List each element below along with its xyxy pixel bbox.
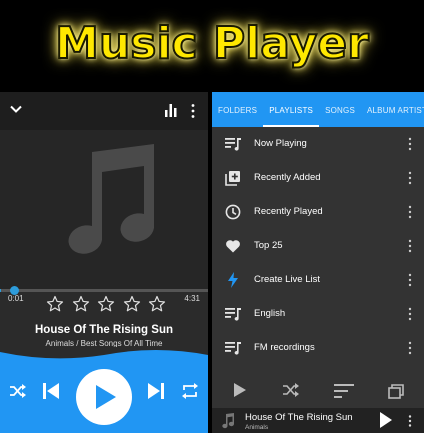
add-box-icon <box>225 170 241 186</box>
play-icon[interactable] <box>380 412 392 428</box>
more-options-icon[interactable] <box>408 239 412 253</box>
tab-album-artists[interactable]: ALBUM ARTISTS <box>361 92 424 127</box>
more-options-icon[interactable] <box>408 273 412 287</box>
playback-controls <box>0 347 208 433</box>
star-icon[interactable] <box>148 295 166 313</box>
list-item-label: Recently Added <box>254 172 321 183</box>
list-item[interactable]: English <box>212 297 424 331</box>
star-icon[interactable] <box>123 295 141 313</box>
list-item-label: Top 25 <box>254 240 283 251</box>
list-item[interactable]: Recently Added <box>212 161 424 195</box>
rating-stars[interactable] <box>46 295 166 317</box>
banner-title: Music Player <box>54 17 370 70</box>
more-options-icon[interactable] <box>408 205 412 219</box>
more-options-icon[interactable] <box>408 341 412 355</box>
star-icon[interactable] <box>72 295 90 313</box>
library-screen: FOLDERSPLAYLISTSSONGSALBUM ARTISTS Now P… <box>212 92 424 433</box>
shuffle-icon[interactable] <box>283 383 299 397</box>
library-tabs: FOLDERSPLAYLISTSSONGSALBUM ARTISTS <box>212 92 424 127</box>
tab-playlists[interactable]: PLAYLISTS <box>263 92 320 127</box>
equalizer-icon[interactable] <box>165 104 177 117</box>
more-options-icon[interactable] <box>408 137 412 151</box>
queue-music-icon <box>225 136 241 152</box>
list-item[interactable]: Top 25 <box>212 229 424 263</box>
list-item[interactable]: FM recordings <box>212 331 424 365</box>
seek-bar[interactable] <box>0 289 208 292</box>
queue-music-icon <box>225 306 241 322</box>
banner: Music Player <box>0 0 424 92</box>
more-options-icon[interactable] <box>408 415 412 427</box>
tab-folders[interactable]: FOLDERS <box>212 92 263 127</box>
more-options-icon[interactable] <box>190 103 196 119</box>
more-options-icon[interactable] <box>408 171 412 185</box>
playlist-list: Now Playing Recently Added Recently Played… <box>212 127 424 399</box>
tab-songs[interactable]: SONGS <box>319 92 361 127</box>
mini-player-artist: Animals <box>245 424 269 431</box>
star-icon[interactable] <box>46 295 64 313</box>
repeat-icon[interactable] <box>181 382 199 400</box>
previous-icon[interactable] <box>42 382 60 400</box>
heart-icon <box>225 238 241 254</box>
next-icon[interactable] <box>147 382 165 400</box>
song-title: House Of The Rising Sun <box>34 324 173 336</box>
play-button[interactable] <box>76 369 132 425</box>
seek-bar-fill <box>0 289 1 292</box>
play-icon <box>96 385 116 409</box>
list-item-label: Create Live List <box>254 274 321 285</box>
list-item-label: Now Playing <box>254 138 307 149</box>
list-item[interactable]: Create Live List <box>212 263 424 297</box>
clock-icon <box>225 204 241 220</box>
album-art <box>0 130 208 290</box>
list-item-label: Recently Played <box>254 206 323 217</box>
multi-select-icon[interactable] <box>388 383 406 399</box>
lightning-icon <box>225 272 241 288</box>
elapsed-time: 0:01 <box>8 294 24 303</box>
mini-player-title: House Of The Rising Sun <box>245 412 353 423</box>
queue-music-icon <box>225 340 241 356</box>
total-duration: 4:31 <box>184 294 200 303</box>
list-item[interactable]: Recently Played <box>212 195 424 229</box>
now-playing-toolbar <box>0 92 208 130</box>
shuffle-icon[interactable] <box>10 384 26 398</box>
mini-player[interactable]: House Of The Rising Sun Animals <box>212 408 424 433</box>
list-item-label: English <box>254 308 286 319</box>
chevron-down-icon[interactable] <box>10 103 22 115</box>
list-item[interactable]: Now Playing <box>212 127 424 161</box>
sort-icon[interactable] <box>334 383 354 399</box>
bottom-toolbar <box>212 375 424 408</box>
wave-divider <box>0 347 208 359</box>
music-note-icon <box>222 413 234 429</box>
more-options-icon[interactable] <box>408 307 412 321</box>
music-note-icon <box>68 144 154 254</box>
now-playing-screen: 0:01 4:31 House Of The Rising Sun Animal… <box>0 92 208 433</box>
star-icon[interactable] <box>97 295 115 313</box>
play-all-icon[interactable] <box>234 383 246 397</box>
list-item-label: FM recordings <box>254 342 315 353</box>
